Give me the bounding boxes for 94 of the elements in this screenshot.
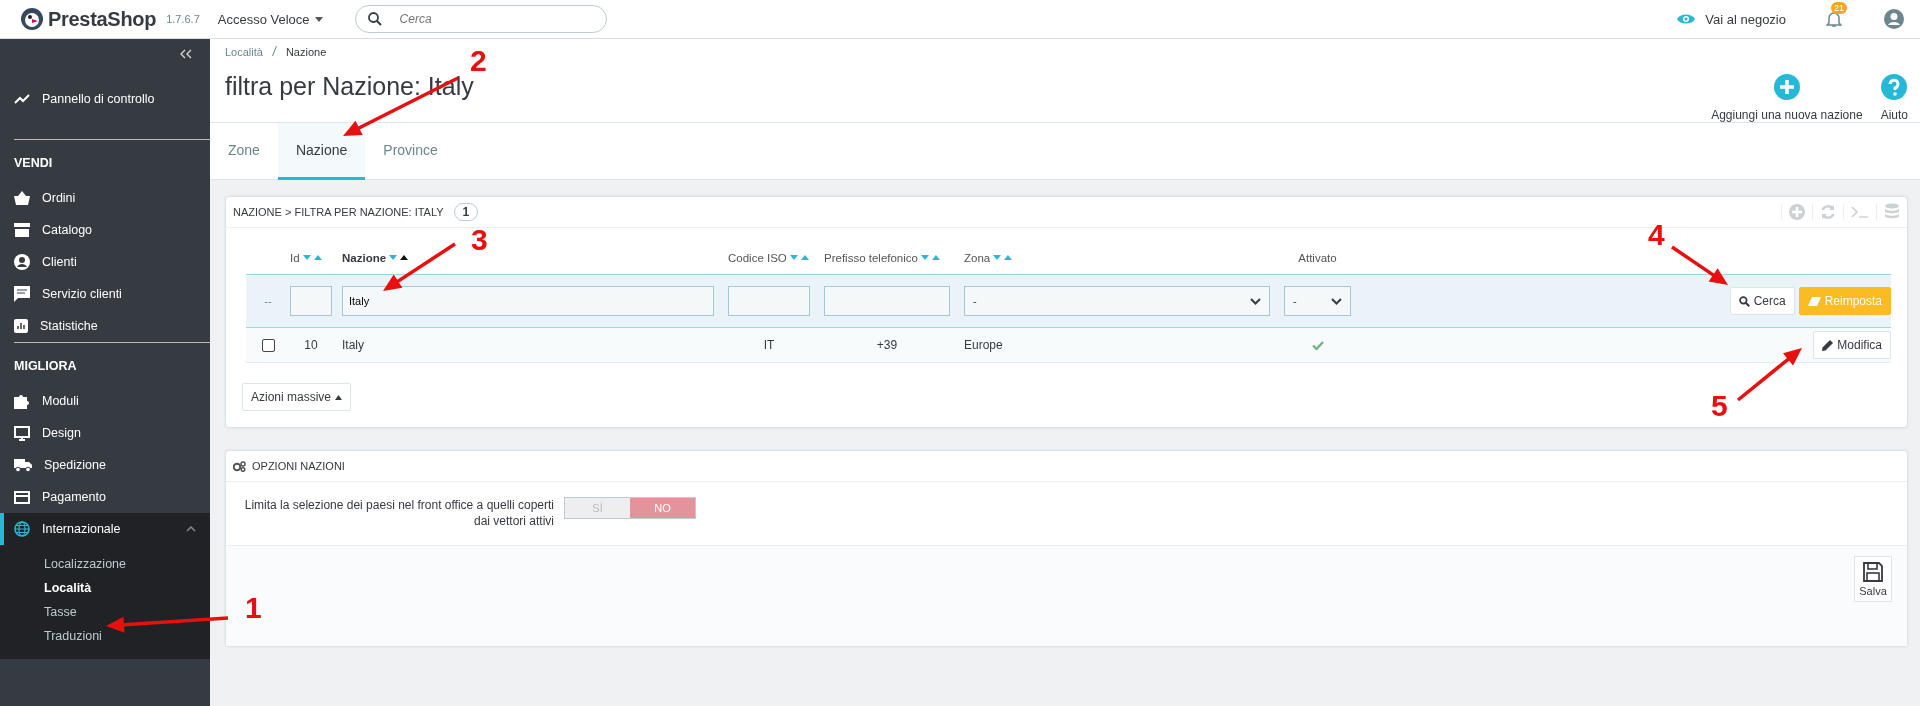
id-filter-field[interactable]	[290, 286, 332, 316]
sidebar-item[interactable]: Pannello di controllo	[0, 83, 210, 115]
tab[interactable]: Province	[365, 123, 456, 180]
section-heading: VENDI	[13, 155, 54, 172]
trend-icon	[14, 93, 30, 105]
column-heading: Id	[290, 252, 300, 264]
column-heading: Codice ISO	[728, 252, 787, 264]
panel-title: NAZIONE > FILTRA PER NAZIONE: ITALY	[233, 206, 444, 218]
collapse-icon[interactable]	[180, 49, 192, 59]
breadcrumb-link[interactable]: Località	[225, 46, 263, 58]
breadcrumb-separator-icon	[271, 46, 277, 56]
basket-icon	[14, 191, 30, 205]
eye-icon	[1677, 13, 1696, 25]
bulk-actions-button[interactable]: Azioni massive	[242, 383, 352, 411]
field-label: Limita la selezione dei paesi nel front office a quelli coperti dai vettori attivi	[243, 497, 554, 529]
search-button[interactable]: Cerca	[1729, 287, 1795, 315]
table-cell-text: Italy	[342, 338, 365, 352]
column-heading: Zona	[964, 252, 991, 264]
panel-title: OPZIONI NAZIONI	[252, 460, 345, 472]
search-icon	[367, 12, 382, 26]
table-cell-text: IT	[762, 338, 776, 352]
annotation-number: 1	[245, 591, 262, 624]
sidebar-item[interactable]: Moduli	[0, 385, 210, 417]
chevron-icon	[186, 526, 196, 532]
breadcrumb-link[interactable]: Nazione	[285, 46, 327, 58]
notification-badge: 21	[1831, 2, 1847, 14]
name-filter-field[interactable]: Italy	[342, 286, 714, 316]
table-cell-text: +39	[875, 338, 899, 352]
version-text: 1.7.6.7	[166, 13, 200, 25]
section-heading: MIGLIORA	[13, 358, 78, 375]
gears-icon	[233, 460, 246, 472]
globe-icon	[14, 521, 30, 537]
annotation-number: 4	[1648, 218, 1665, 251]
submenu-item[interactable]: Traduzioni	[0, 625, 210, 649]
iso-filter-field[interactable]	[728, 286, 810, 316]
chart-icon	[14, 319, 28, 333]
annotation-number: 5	[1711, 389, 1728, 422]
zone-filter-select[interactable]: -	[964, 286, 1270, 316]
tab[interactable]: Zone	[210, 123, 278, 180]
help-icon	[1881, 74, 1908, 100]
table-cell-text: 10	[303, 338, 319, 352]
person-icon	[14, 254, 30, 270]
logo-text[interactable]: PrestaShop	[48, 7, 157, 31]
sidebar-item[interactable]: Design	[0, 417, 210, 449]
bell-icon[interactable]	[1826, 10, 1842, 28]
sidebar-item[interactable]: Servizio clienti	[0, 278, 210, 310]
filter-dash-text: --	[264, 294, 272, 308]
chat-icon	[14, 286, 30, 302]
pencil-icon	[1822, 339, 1834, 351]
submenu-item[interactable]: Località	[0, 577, 210, 601]
prefix-filter-field[interactable]	[824, 286, 950, 316]
sidebar-item[interactable]: Pagamento	[0, 481, 210, 513]
search-icon	[1738, 295, 1750, 307]
column-heading: Prefisso telefonico	[824, 252, 918, 264]
row-checkbox[interactable]	[261, 338, 275, 352]
sidebar-item[interactable]: Spedizione	[0, 449, 210, 481]
sidebar-item[interactable]: Ordini	[0, 182, 210, 214]
column-heading: Attivato	[1298, 252, 1337, 264]
toolbar-button[interactable]: Aggiungi una nuova nazione	[1711, 74, 1863, 122]
annotation-arrow	[1671, 245, 1728, 285]
table-cell-text: Europe	[964, 338, 1004, 352]
truck-icon	[14, 458, 32, 472]
caret-icon	[314, 16, 323, 22]
shop-link[interactable]: Vai al negozio	[1705, 11, 1786, 27]
annotation-number: 3	[471, 223, 488, 256]
save-button[interactable]: Salva	[1854, 556, 1892, 602]
active-filter-select[interactable]: -	[1284, 286, 1351, 316]
submenu-item[interactable]: Tasse	[0, 601, 210, 625]
user-icon[interactable]	[1884, 9, 1904, 29]
check-icon[interactable]	[1311, 340, 1324, 350]
floppy-icon	[1862, 561, 1884, 583]
annotation-arrow	[1736, 348, 1802, 402]
search-field[interactable]: Cerca	[354, 5, 607, 33]
sidebar-item[interactable]: Statistiche	[0, 310, 210, 342]
puzzle-icon	[14, 393, 30, 409]
quick-access-dropdown[interactable]: Accesso Veloce	[217, 11, 323, 27]
submenu-item[interactable]: Localizzazione	[0, 553, 210, 577]
annotation-number: 2	[470, 44, 487, 77]
tab[interactable]: Nazione	[277, 123, 366, 180]
chevron-icon	[1250, 297, 1261, 305]
chevron-icon	[1331, 297, 1342, 305]
toolbar-button[interactable]: Aiuto	[1880, 74, 1908, 122]
edit-button[interactable]: Modifica	[1813, 331, 1891, 359]
card-icon	[14, 490, 30, 504]
caret-icon	[335, 394, 343, 400]
sort-icon[interactable]	[389, 255, 409, 261]
store-icon	[14, 223, 30, 237]
puffin-logo-icon	[20, 7, 44, 31]
column-heading: Nazione	[342, 252, 387, 264]
plus-icon	[1773, 74, 1800, 100]
sidebar-item[interactable]: Catalogo	[0, 214, 210, 246]
eraser-icon	[1807, 296, 1821, 306]
sidebar-item[interactable]: Clienti	[0, 246, 210, 278]
monitor-icon	[14, 425, 30, 441]
